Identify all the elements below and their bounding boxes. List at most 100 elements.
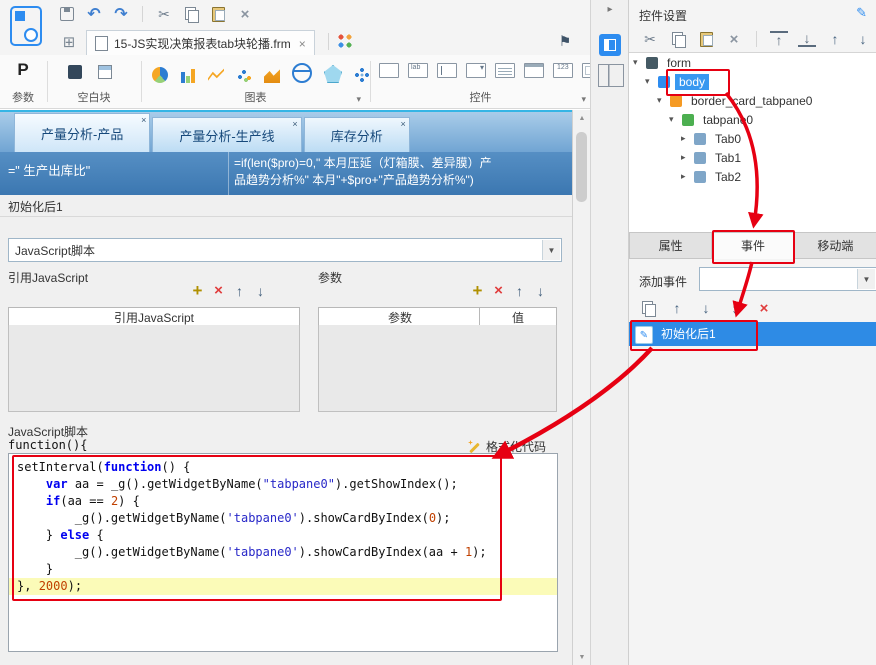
document-tab[interactable]: 15-JS实现决策报表tab块轮播.frm ×: [86, 30, 315, 58]
collapse-icon[interactable]: ▾: [669, 114, 679, 125]
vertical-scrollbar[interactable]: ▲ ▼: [572, 110, 591, 665]
rect-widget-icon[interactable]: [379, 63, 399, 78]
report-header-row[interactable]: =" 生产出库比" =if(len($pro)=0," 本月压延（灯箱膜、差异膜…: [0, 152, 572, 197]
form-design-canvas[interactable]: 产量分析-产品 × 产量分析-生产线 × 库存分析 × =" 生产出库比" =if(len…: [0, 110, 572, 197]
map-chart-icon[interactable]: [292, 63, 312, 83]
move-top-icon[interactable]: ↑: [770, 31, 788, 48]
move-down-icon[interactable]: ↓: [697, 299, 715, 317]
grid-view-icon[interactable]: ⊞: [60, 33, 78, 51]
move-down-icon[interactable]: ↓: [533, 283, 548, 299]
label-widget-icon[interactable]: [408, 63, 428, 78]
edit-event-pencil-icon[interactable]: ✎: [635, 326, 653, 344]
tree-node-border_card_tabpane0[interactable]: ▾ border_card_tabpane0: [629, 91, 876, 110]
undo-icon[interactable]: ↶: [85, 5, 103, 23]
area-chart-icon[interactable]: [264, 69, 280, 83]
chevron-down-icon[interactable]: ▼: [542, 240, 560, 260]
ref-js-table-body[interactable]: [8, 325, 300, 412]
layout-split-icon[interactable]: [598, 64, 624, 87]
tree-node-Tab1[interactable]: ▸ Tab1: [629, 148, 876, 167]
chevron-down-icon[interactable]: ▼: [857, 269, 875, 289]
textfield-widget-icon[interactable]: [437, 63, 457, 78]
blank-block-icon[interactable]: [66, 63, 84, 81]
cut-icon[interactable]: ✂: [155, 5, 173, 23]
event-type-select[interactable]: JavaScript脚本 ▼: [8, 238, 562, 262]
pie-chart-icon[interactable]: [152, 67, 168, 83]
collapse-icon[interactable]: ▾: [633, 57, 643, 68]
tree-node-tabpane0[interactable]: ▾ tabpane0: [629, 110, 876, 129]
js-code-editor[interactable]: setInterval(function() { var aa = _g().g…: [8, 453, 558, 652]
cut-icon[interactable]: ✂: [641, 30, 659, 48]
move-icon[interactable]: ↕: [726, 299, 744, 317]
tree-node-Tab0[interactable]: ▸ Tab0: [629, 129, 876, 148]
event-list-item[interactable]: ✎ 初始化后1: [629, 322, 876, 346]
move-up-icon[interactable]: ↑: [232, 283, 247, 299]
add-icon[interactable]: +: [190, 281, 205, 300]
more-chart-icon[interactable]: [354, 67, 370, 83]
move-up-icon[interactable]: ↑: [668, 299, 686, 317]
datefield-widget-icon[interactable]: [524, 63, 544, 78]
flag-icon[interactable]: ⚑: [556, 32, 574, 50]
tab-close-icon[interactable]: ×: [141, 115, 146, 125]
scrollbar-thumb[interactable]: [576, 132, 587, 202]
copy-event-icon[interactable]: [639, 299, 657, 317]
tab-properties[interactable]: 属性: [629, 232, 713, 259]
panel-toggle-button[interactable]: [599, 34, 621, 56]
copy-icon[interactable]: [182, 5, 200, 23]
collapse-icon[interactable]: ▾: [657, 95, 667, 106]
move-down-icon[interactable]: ↓: [854, 30, 872, 48]
parameter-pane-icon[interactable]: P: [0, 60, 46, 80]
report-block-icon[interactable]: [96, 63, 114, 81]
tab-mobile[interactable]: 移动端: [794, 232, 876, 259]
combobox-widget-icon[interactable]: [466, 63, 486, 78]
tree-node-Tab2[interactable]: ▸ Tab2: [629, 167, 876, 186]
chevron-down-icon[interactable]: ▾: [356, 94, 361, 105]
formula-line-2: 品趋势分析%" 本月"+$pro+"产品趋势分析%"): [234, 173, 474, 187]
expand-icon[interactable]: ▸: [681, 171, 691, 182]
add-icon[interactable]: +: [470, 281, 485, 300]
cell-formula-right[interactable]: =if(len($pro)=0," 本月压延（灯箱膜、差异膜）产 品趋势分析%"…: [234, 155, 566, 189]
delete-icon[interactable]: ×: [725, 30, 743, 48]
line-chart-icon[interactable]: [208, 68, 224, 81]
radar-chart-icon[interactable]: [324, 65, 342, 83]
chevron-right-icon[interactable]: ▸: [591, 4, 629, 15]
palette-section-parameter[interactable]: P 参数: [0, 55, 46, 108]
bar-chart-icon[interactable]: [180, 67, 196, 83]
canvas-tab-1[interactable]: 产量分析-生产线 ×: [152, 117, 302, 152]
more-windows-icon[interactable]: [338, 34, 352, 48]
event-edit-pane: 初始化后1 JavaScript脚本 ▼ 引用JavaScript 参数 + × ↑…: [0, 195, 572, 665]
scroll-down-icon[interactable]: ▼: [573, 649, 591, 665]
close-tab-icon[interactable]: ×: [299, 37, 306, 51]
expand-icon[interactable]: ▸: [681, 152, 691, 163]
tab-close-icon[interactable]: ×: [400, 119, 405, 129]
canvas-tab-0[interactable]: 产量分析-产品 ×: [14, 113, 151, 152]
collapse-icon[interactable]: ▾: [645, 76, 655, 87]
redo-icon[interactable]: ↷: [112, 5, 130, 23]
canvas-tab-2[interactable]: 库存分析 ×: [303, 117, 410, 152]
tab-close-icon[interactable]: ×: [292, 119, 297, 129]
edit-pencil-icon[interactable]: ✎: [856, 5, 867, 21]
copy-icon[interactable]: [669, 30, 687, 48]
move-up-icon[interactable]: ↑: [512, 283, 527, 299]
scroll-up-icon[interactable]: ▲: [573, 110, 591, 126]
move-bottom-icon[interactable]: ↓: [798, 30, 816, 47]
expand-icon[interactable]: ▸: [681, 133, 691, 144]
save-icon[interactable]: [58, 5, 76, 23]
move-down-icon[interactable]: ↓: [253, 283, 268, 299]
remove-icon[interactable]: ×: [491, 282, 506, 299]
paste-icon[interactable]: [697, 30, 715, 48]
tree-node-body[interactable]: ▾ body: [629, 72, 876, 91]
tree-node-form[interactable]: ▾ form: [629, 53, 876, 72]
delete-icon[interactable]: ×: [236, 5, 254, 23]
params-table-body[interactable]: [318, 325, 557, 412]
add-event-select[interactable]: ▼: [699, 267, 876, 291]
cell-formula-left[interactable]: =" 生产出库比": [8, 160, 90, 179]
numberfield-widget-icon[interactable]: [553, 63, 573, 78]
scatter-chart-icon[interactable]: [236, 67, 252, 83]
textarea-widget-icon[interactable]: [495, 63, 515, 78]
paste-icon[interactable]: [209, 5, 227, 23]
remove-icon[interactable]: ×: [211, 282, 226, 299]
move-up-icon[interactable]: ↑: [826, 30, 844, 48]
chevron-down-icon[interactable]: ▾: [581, 94, 586, 105]
delete-red-icon[interactable]: ×: [755, 299, 773, 317]
tab-events[interactable]: 事件: [712, 232, 795, 259]
